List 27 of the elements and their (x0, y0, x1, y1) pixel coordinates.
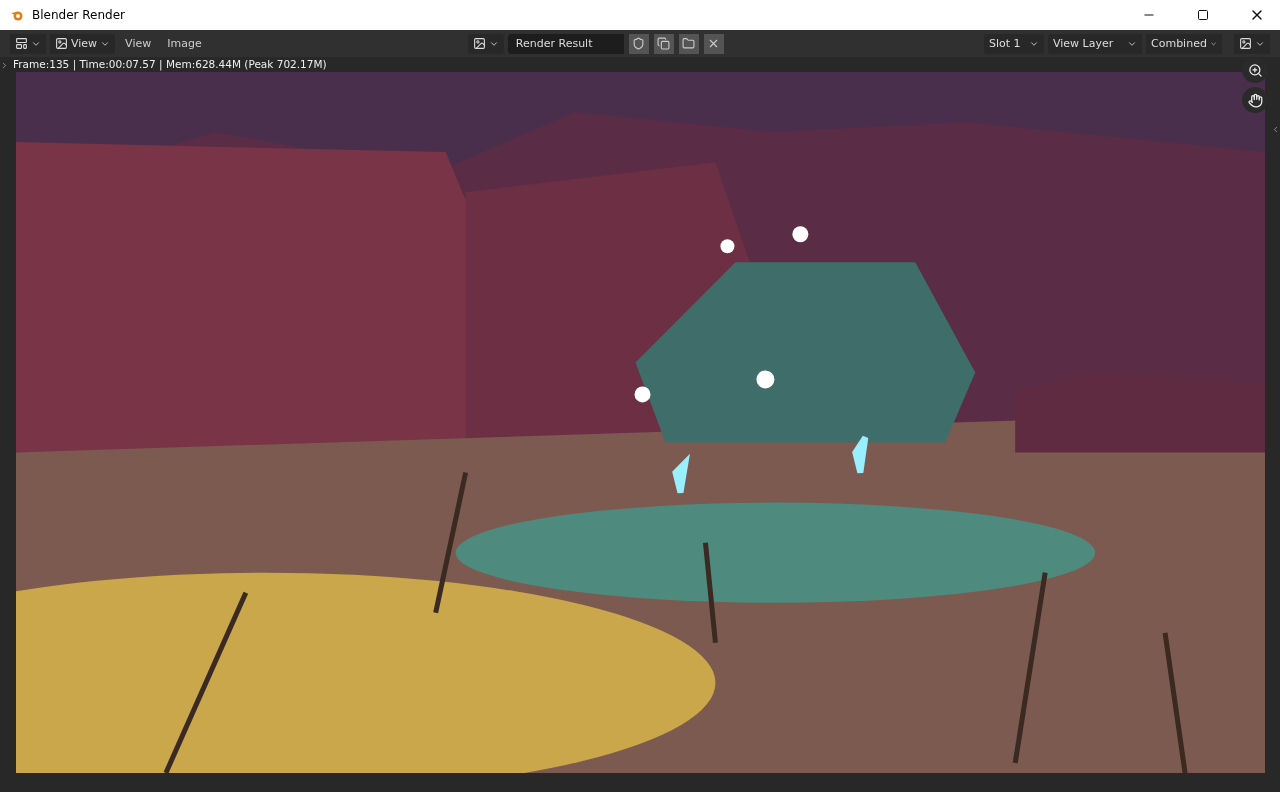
image-icon (55, 37, 68, 50)
unlink-button[interactable] (703, 33, 724, 54)
editor-type-dropdown[interactable] (10, 33, 46, 54)
maximize-icon (1197, 9, 1209, 21)
layout-icon (15, 37, 28, 50)
image-icon (472, 37, 486, 50)
image-icon (1239, 37, 1252, 50)
app-logo-icon (10, 9, 24, 21)
image-browse-dropdown[interactable] (467, 33, 504, 54)
pass-dropdown[interactable]: Combined (1146, 33, 1222, 54)
duplicate-button[interactable] (653, 33, 674, 54)
open-button[interactable] (678, 33, 699, 54)
menu-item[interactable]: Image (161, 33, 208, 54)
folder-icon (682, 37, 696, 50)
image-name-field[interactable]: Render Result (507, 33, 624, 54)
view-layer-dropdown[interactable]: View Layer (1048, 33, 1142, 54)
view-dropdown[interactable]: View (50, 33, 116, 54)
display-mode-dropdown[interactable] (1234, 33, 1270, 54)
zoom-icon (1247, 62, 1263, 78)
menu-item[interactable]: View (119, 33, 158, 54)
window-title: Blender Render (32, 8, 127, 22)
copy-icon (657, 37, 671, 50)
render-stats: Frame:135 | Time:00:07.57 | Mem:628.44M (Peak 702.17M) (13, 57, 327, 72)
slot-dropdown[interactable]: Slot 1 (984, 33, 1044, 54)
fake-user-button[interactable] (628, 33, 649, 54)
shield-icon (632, 37, 646, 50)
hand-icon (1247, 92, 1263, 108)
